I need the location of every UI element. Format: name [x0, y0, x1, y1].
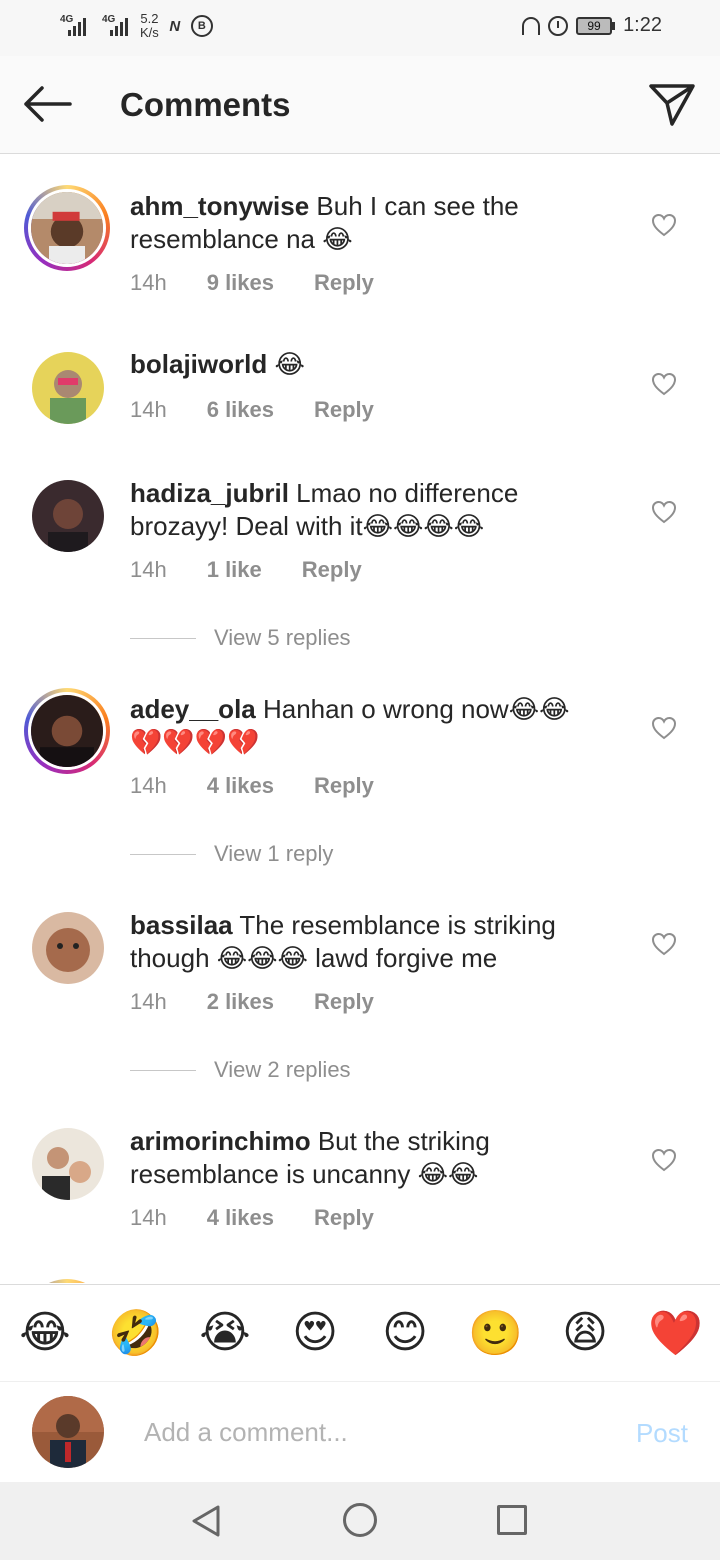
top-bar: Comments [0, 56, 720, 154]
comment-time: 14h [130, 270, 167, 295]
view-replies-button[interactable]: View 2 replies [130, 1057, 351, 1083]
like-heart-icon[interactable] [651, 716, 677, 740]
b-badge-icon: B [190, 15, 213, 37]
comment-text: bassilaa The resemblance is striking tho… [130, 909, 600, 975]
view-replies-label: View 5 replies [214, 625, 351, 650]
like-heart-icon[interactable] [651, 500, 677, 524]
comments-list[interactable]: ahm_tonywise Buh I can see the resemblan… [0, 155, 720, 1283]
comment-likes[interactable]: 2 likes [207, 989, 274, 1015]
headset-icon [522, 16, 541, 35]
like-heart-icon[interactable] [651, 1148, 677, 1172]
current-user-avatar [32, 1396, 104, 1468]
post-button[interactable]: Post [636, 1418, 688, 1449]
emoji-heart-eyes-button[interactable]: 😍 [288, 1307, 342, 1358]
signal-icon: 4G [60, 14, 86, 36]
comment-meta: 14h 1 like Reply [130, 557, 362, 583]
emoji-rofl-button[interactable]: 🤣 [108, 1307, 163, 1359]
emoji-joy-button[interactable]: 😂 [18, 1307, 72, 1358]
view-replies-label: View 1 reply [214, 841, 334, 866]
page-title: Comments [120, 86, 291, 123]
network-type-1: 4G [60, 14, 74, 25]
back-arrow-icon[interactable] [22, 82, 72, 126]
comment-meta: 14h 9 likes Reply [130, 270, 374, 296]
comment-meta: 14h 6 likes Reply [130, 397, 374, 423]
like-heart-icon[interactable] [651, 932, 677, 956]
nfc-icon: N [169, 17, 181, 35]
clock: 1:22 [623, 14, 662, 36]
comment-body: 😂 [274, 349, 305, 379]
emoji-smile-button[interactable]: 🙂 [468, 1307, 523, 1359]
comment-meta: 14h 2 likes Reply [130, 989, 374, 1015]
avatar-story-ring[interactable] [24, 688, 110, 774]
comment-text: bolajiworld 😂 [130, 348, 600, 381]
alarm-icon [548, 15, 569, 36]
status-bar: 4G 4G 5.2 K/s N B 99 1:22 [0, 0, 720, 56]
avatar [31, 695, 103, 767]
avatar[interactable] [32, 352, 104, 424]
comment-time: 14h [130, 557, 167, 582]
comment-time: 14h [130, 773, 167, 798]
comment-username[interactable]: ahm_tonywise [130, 191, 309, 221]
emoji-quick-bar: 😂 🤣 😭 😍 😊 🙂 😩 ❤️ [0, 1284, 720, 1382]
comment-username[interactable]: adey__ola [130, 694, 256, 724]
comment-likes[interactable]: 9 likes [207, 270, 274, 296]
speed-unit: K/s [140, 25, 159, 40]
battery-icon: 99 [576, 16, 616, 35]
comment-likes[interactable]: 6 likes [207, 397, 274, 423]
comment-composer: Post [0, 1382, 720, 1482]
reply-button[interactable]: Reply [314, 397, 374, 423]
avatar[interactable] [32, 480, 104, 552]
comment-text: adey__ola Hanhan o wrong now😂😂 💔💔💔💔 [130, 693, 600, 759]
reply-button[interactable]: Reply [314, 989, 374, 1015]
emoji-sob-button[interactable]: 😭 [198, 1307, 252, 1358]
system-nav-bar [0, 1482, 720, 1560]
avatar-story-ring[interactable] [24, 185, 110, 271]
comment-username[interactable]: bassilaa [130, 910, 233, 940]
emoji-weary-button[interactable]: 😩 [558, 1307, 612, 1358]
comment-meta: 14h 4 likes Reply [130, 773, 374, 799]
avatar[interactable] [32, 912, 104, 984]
nav-back-icon[interactable] [190, 1504, 222, 1538]
comment-likes[interactable]: 4 likes [207, 773, 274, 799]
nav-home-icon[interactable] [343, 1503, 377, 1537]
comment-time: 14h [130, 397, 167, 422]
comment-text: arimorinchimo But the striking resemblan… [130, 1125, 600, 1191]
reply-button[interactable]: Reply [314, 773, 374, 799]
view-replies-button[interactable]: View 5 replies [130, 625, 351, 651]
add-comment-input[interactable] [144, 1412, 584, 1452]
emoji-blush-button[interactable]: 😊 [378, 1307, 432, 1358]
reply-button[interactable]: Reply [314, 1205, 374, 1231]
avatar-story-ring [24, 1279, 110, 1283]
avatar[interactable] [32, 1128, 104, 1200]
like-heart-icon[interactable] [651, 372, 677, 396]
comment-time: 14h [130, 989, 167, 1014]
comment-username[interactable]: bolajiworld [130, 349, 267, 379]
battery-level: 99 [576, 16, 613, 35]
network-speed: 5.2 K/s [140, 12, 159, 40]
direct-send-icon[interactable] [648, 80, 696, 128]
comment-likes[interactable]: 1 like [207, 557, 262, 583]
nav-recents-icon[interactable] [497, 1505, 527, 1535]
network-type-2: 4G [102, 14, 116, 25]
comment-text: ahm_tonywise Buh I can see the resemblan… [130, 190, 600, 256]
reply-button[interactable]: Reply [314, 270, 374, 296]
view-replies-label: View 2 replies [214, 1057, 351, 1082]
comment-username[interactable]: arimorinchimo [130, 1126, 311, 1156]
reply-button[interactable]: Reply [302, 557, 362, 583]
status-left: 4G 4G 5.2 K/s N B [60, 12, 213, 40]
like-heart-icon[interactable] [651, 213, 677, 237]
comment-username[interactable]: hadiza_jubril [130, 478, 289, 508]
avatar [31, 192, 103, 264]
emoji-red-heart-button[interactable]: ❤️ [648, 1307, 703, 1359]
comment-text: hadiza_jubril Lmao no difference brozayy… [130, 477, 600, 543]
view-replies-button[interactable]: View 1 reply [130, 841, 333, 867]
status-right: 99 1:22 [522, 14, 662, 37]
comment-likes[interactable]: 4 likes [207, 1205, 274, 1231]
signal-icon-2: 4G [102, 14, 128, 36]
comment-time: 14h [130, 1205, 167, 1230]
speed-value: 5.2 [140, 11, 159, 26]
comment-meta: 14h 4 likes Reply [130, 1205, 374, 1231]
